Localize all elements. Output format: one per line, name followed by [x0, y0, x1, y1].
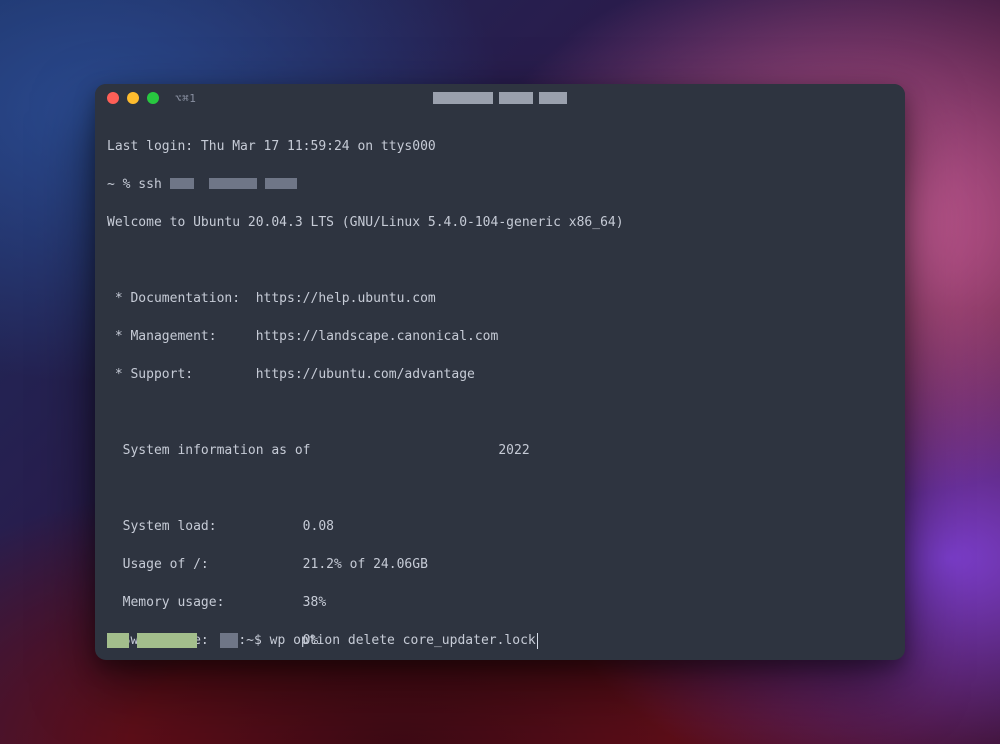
- titlebar: ⌥⌘1: [95, 84, 905, 112]
- prompt-line[interactable]: :~$ wp option delete core_updater.lock: [107, 631, 893, 650]
- last-login-line: Last login: Thu Mar 17 11:59:24 on ttys0…: [107, 137, 893, 156]
- tab-indicator: ⌥⌘1: [175, 92, 196, 105]
- terminal-window: ⌥⌘1 Last login: Thu Mar 17 11:59:24 on t…: [95, 84, 905, 660]
- prompt-user-redacted: [107, 633, 129, 648]
- prompt-suffix: :~$: [238, 631, 269, 650]
- welcome-line: Welcome to Ubuntu 20.04.3 LTS (GNU/Linux…: [107, 213, 893, 232]
- stat-system-load: System load: 0.08: [107, 517, 893, 536]
- prompt-host-redacted: [137, 633, 197, 648]
- cursor: [537, 633, 538, 649]
- title-redacted: [433, 92, 567, 104]
- support-link: * Support: https://ubuntu.com/advantage: [107, 365, 893, 384]
- doc-link: * Documentation: https://help.ubuntu.com: [107, 289, 893, 308]
- sysinfo-header: System information as of 2022: [107, 441, 893, 460]
- minimize-button[interactable]: [127, 92, 139, 104]
- maximize-button[interactable]: [147, 92, 159, 104]
- close-button[interactable]: [107, 92, 119, 104]
- ssh-prompt-text: ~ % ssh: [107, 177, 170, 192]
- stat-memory: Memory usage: 38%: [107, 593, 893, 612]
- window-controls: [107, 92, 159, 104]
- prompt-path-redacted: [220, 633, 238, 648]
- terminal-output[interactable]: Last login: Thu Mar 17 11:59:24 on ttys0…: [95, 112, 905, 660]
- ssh-line: ~ % ssh: [107, 175, 893, 194]
- mgmt-link: * Management: https://landscape.canonica…: [107, 327, 893, 346]
- command-input[interactable]: wp option delete core_updater.lock: [270, 631, 536, 650]
- stat-usage: Usage of /: 21.2% of 24.06GB: [107, 555, 893, 574]
